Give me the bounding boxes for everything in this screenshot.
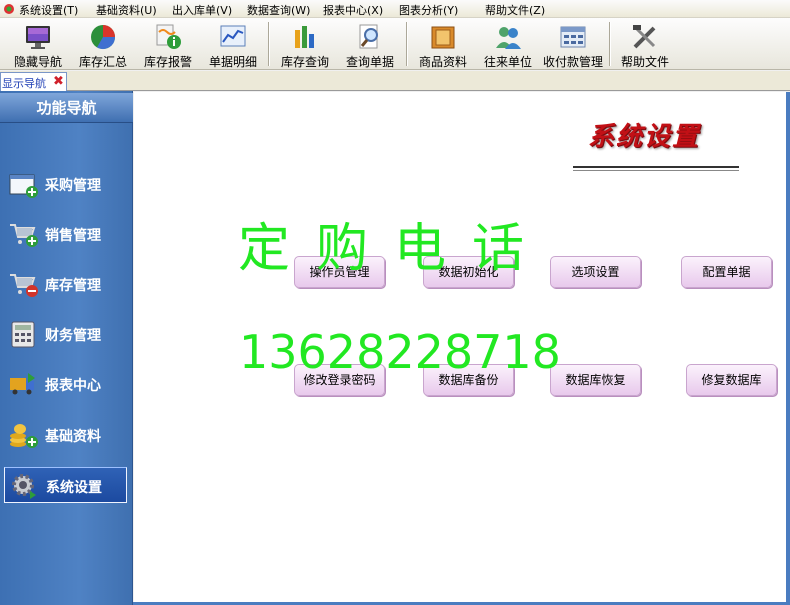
order-hotline-label: 定购电话: [238, 219, 551, 279]
cart-remove-icon: [10, 274, 38, 297]
calculator-icon: [560, 26, 586, 48]
close-icon[interactable]: ✖: [53, 74, 64, 89]
sidebar-item-label: 销售管理: [45, 228, 101, 244]
menu-stock-documents[interactable]: 出入库单(V): [172, 2, 232, 18]
sidebar-item-label: 系统设置: [46, 480, 102, 496]
toolbar-separator: [268, 22, 270, 66]
menu-report-center[interactable]: 报表中心(X): [323, 2, 383, 18]
box-icon: [431, 26, 455, 49]
sidebar-item-inventory[interactable]: 库存管理: [4, 266, 127, 302]
title-divider: [573, 170, 739, 171]
line-chart-icon: [220, 25, 246, 47]
purchase-icon: [9, 174, 38, 198]
sidebar-item-purchase[interactable]: 采购管理: [4, 166, 127, 202]
report-truck-icon: [10, 373, 35, 395]
tab-show-navigation[interactable]: 显示导航 ✖: [0, 72, 67, 91]
product-data-label: 商品资料: [418, 55, 467, 69]
hide-navigation-label: 隐藏导航: [13, 55, 62, 69]
help-files-label: 帮助文件: [620, 55, 669, 69]
alert-icon: [156, 24, 181, 49]
option-settings-button[interactable]: 选项设置: [550, 256, 641, 288]
sidebar-item-basic-data[interactable]: 基础资料: [4, 417, 127, 453]
repair-database-button[interactable]: 修复数据库: [686, 364, 777, 396]
document-details-label: 单据明细: [208, 55, 257, 69]
sidebar-item-label: 基础资料: [45, 429, 101, 445]
stock-summary-label: 库存汇总: [78, 55, 127, 69]
app-window: 系统设置(T) 基础资料(U) 出入库单(V) 数据查询(W) 报表中心(X) …: [0, 0, 790, 605]
help-files-button[interactable]: 帮助文件: [612, 20, 678, 69]
stock-summary-button[interactable]: 库存汇总: [70, 20, 136, 69]
configure-documents-button[interactable]: 配置单据: [681, 256, 772, 288]
page-title: 系统设置: [588, 122, 701, 152]
magnifier-icon: [359, 24, 378, 49]
menu-bar: 系统设置(T) 基础资料(U) 出入库单(V) 数据查询(W) 报表中心(X) …: [0, 0, 790, 18]
payment-management-button[interactable]: 收付款管理: [540, 20, 606, 69]
menu-data-query[interactable]: 数据查询(W): [247, 2, 310, 18]
finance-calculator-icon: [11, 321, 35, 348]
query-documents-button[interactable]: 查询单据: [337, 20, 403, 69]
sidebar-item-label: 报表中心: [45, 378, 101, 394]
bar-chart-icon: [295, 26, 314, 48]
business-partners-label: 往来单位: [483, 55, 532, 69]
toolbar-separator: [406, 22, 408, 66]
hide-navigation-button[interactable]: 隐藏导航: [5, 20, 71, 69]
stock-query-label: 库存查询: [280, 55, 329, 69]
stock-query-button[interactable]: 库存查询: [272, 20, 338, 69]
sidebar-item-reports[interactable]: 报表中心: [4, 366, 127, 402]
stock-alert-label: 库存报警: [143, 55, 192, 69]
toolbar: 隐藏导航 库存汇总 库存报警 单据明细 库存查询 查询单据 商品资料 往来单位 …: [0, 18, 790, 70]
business-partners-button[interactable]: 往来单位: [475, 20, 541, 69]
document-details-button[interactable]: 单据明细: [200, 20, 266, 69]
tab-strip: 显示导航 ✖: [0, 71, 790, 91]
settings-gear-icon: [12, 474, 36, 499]
sidebar-item-system-settings[interactable]: 系统设置: [4, 467, 127, 503]
order-hotline-number: 13628228718: [239, 325, 561, 379]
cart-add-icon: [10, 224, 38, 247]
coins-icon: [10, 424, 38, 448]
sidebar-item-sales[interactable]: 销售管理: [4, 216, 127, 252]
query-documents-label: 查询单据: [345, 55, 394, 69]
tools-icon: [633, 25, 656, 49]
users-icon: [496, 27, 521, 49]
product-data-button[interactable]: 商品资料: [410, 20, 476, 69]
tab-show-navigation-label: 显示导航: [2, 77, 46, 90]
menu-help-files[interactable]: 帮助文件(Z): [485, 2, 545, 18]
monitor-icon: [26, 26, 50, 49]
stock-alert-button[interactable]: 库存报警: [135, 20, 201, 69]
sidebar-item-label: 采购管理: [45, 178, 101, 194]
sidebar-item-label: 财务管理: [45, 328, 101, 344]
sidebar-title: 功能导航: [0, 93, 133, 123]
title-divider: [573, 166, 739, 168]
menu-chart-analysis[interactable]: 图表分析(Y): [399, 2, 458, 18]
frame-border: [786, 92, 790, 605]
pie-chart-icon: [91, 25, 115, 50]
app-logo-icon: [4, 4, 14, 14]
sidebar-item-label: 库存管理: [45, 278, 101, 294]
database-restore-button[interactable]: 数据库恢复: [550, 364, 641, 396]
navigation-sidebar: 功能导航 采购管理 销售管理 库存管理 财务管理 报表中心 基础资料 系统设置: [0, 91, 133, 605]
payment-management-label: 收付款管理: [542, 55, 603, 69]
sidebar-item-finance[interactable]: 财务管理: [4, 316, 127, 352]
toolbar-separator: [609, 22, 611, 66]
menu-basic-data[interactable]: 基础资料(U): [96, 2, 157, 18]
menu-system-settings[interactable]: 系统设置(T): [19, 2, 78, 18]
